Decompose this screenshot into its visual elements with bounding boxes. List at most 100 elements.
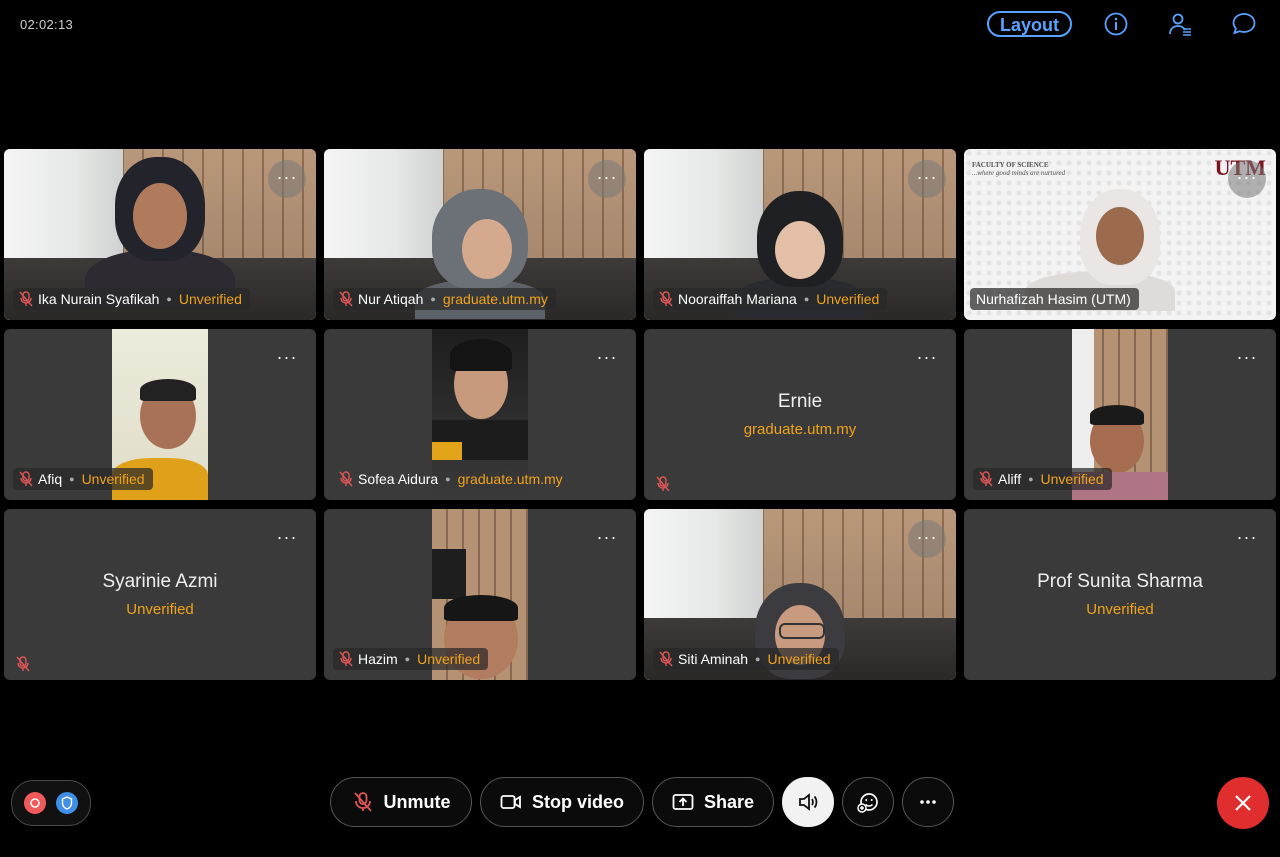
more-options-button[interactable]: ··· [268,340,306,378]
video-camera-icon [500,795,521,809]
participant-status: Unverified [1086,601,1154,618]
participant-name: Ernie [777,391,823,412]
separator-dot: ● [430,294,436,304]
reactions-button[interactable] [842,777,894,827]
stop-video-button[interactable]: Stop video [480,777,644,827]
separator-dot: ● [755,654,761,664]
mic-off-icon [979,471,993,487]
participant-status: Unverified [178,291,242,307]
more-options-button[interactable]: ··· [268,160,306,198]
more-options-button[interactable]: ··· [1228,340,1266,378]
share-button[interactable]: Share [652,777,774,827]
separator-dot: ● [69,474,75,484]
mic-off-icon [353,792,372,812]
participant-status: graduate.utm.my [457,471,563,487]
audio-button[interactable] [782,777,834,827]
participant-name: Aliff [998,471,1022,487]
layout-button[interactable]: Layout [986,11,1072,37]
mic-off-icon [16,656,30,672]
participant-status: Unverified [126,601,194,618]
participant-name: Sofea Aidura [358,471,439,487]
separator-dot: ● [1028,474,1034,484]
mic-off-icon [339,471,353,487]
mic-off-icon [659,651,673,667]
name-bar: Hazim ● Unverified [333,648,489,670]
mic-off-icon [339,651,353,667]
more-options-button[interactable]: ··· [908,340,946,378]
separator-dot: ● [803,294,810,304]
more-options-button[interactable]: ··· [908,520,946,558]
participant-tile[interactable]: ··· Nur Atiqah ● graduate.utm.my [324,149,636,320]
name-bar: Nurhafizah Hasim (UTM) [970,288,1139,310]
participant-name: Prof Sunita Sharma [1037,571,1203,592]
call-controls: Unmute Stop video Share [330,777,954,827]
separator-dot: ● [445,474,451,484]
mic-off-icon [656,476,670,492]
participant-tile[interactable]: ··· Ika Nurain Syafikah ● Unverified [4,149,316,320]
more-options-button[interactable]: ··· [268,520,306,558]
participant-status: Unverified [767,651,831,667]
more-options-button[interactable]: ··· [1228,520,1266,558]
meeting-timer: 02:02:13 [20,17,74,32]
participant-tile[interactable]: ··· Ernie graduate.utm.my [644,329,956,500]
unmute-button[interactable]: Unmute [330,777,472,827]
mic-off-icon [659,291,673,307]
participant-status: Unverified [417,651,481,667]
participant-tile[interactable]: ··· Afiq ● Unverified [4,329,316,500]
mic-off-icon [19,471,33,487]
more-horizontal-icon [920,800,936,804]
emoji-add-icon [857,793,878,813]
mic-off-icon [19,291,33,307]
participant-name: Syarinie Azmi [102,571,218,592]
name-bar: Sofea Aidura ● graduate.utm.my [333,468,571,490]
chat-icon[interactable] [1230,10,1258,38]
more-options-button[interactable]: ··· [588,340,626,378]
leave-meeting-button[interactable] [1217,777,1269,829]
more-button[interactable] [902,777,954,827]
participant-status: graduate.utm.my [442,291,548,307]
participant-video-person [85,157,235,309]
participant-tile[interactable]: ··· Hazim ● Unverified [324,509,636,680]
speaker-icon [799,793,818,811]
name-bar: Siti Aminah ● Unverified [653,648,839,670]
more-options-button[interactable]: ··· [588,520,626,558]
participant-tile[interactable]: FACULTY OF SCIENCE ...where good minds a… [964,149,1276,320]
participant-name: Siti Aminah [678,651,749,667]
participant-name: Nooraiffah Mariana [678,291,797,307]
info-icon[interactable] [1102,10,1130,38]
participant-status: Unverified [816,291,880,307]
participant-name: Nur Atiqah [358,291,424,307]
slide-heading: FACULTY OF SCIENCE ...where good minds a… [972,161,1066,177]
participant-status: Unverified [1040,471,1104,487]
participant-status: graduate.utm.my [743,421,857,438]
mic-off-icon [339,291,353,307]
participant-tile[interactable]: ··· Prof Sunita Sharma Unverified [964,509,1276,680]
participant-tile[interactable]: ··· Siti Aminah ● Unverified [644,509,956,680]
more-options-button[interactable]: ··· [1228,160,1266,198]
participant-tile[interactable]: ··· Aliff ● Unverified [964,329,1276,500]
participant-status: Unverified [81,471,145,487]
name-bar: Ika Nurain Syafikah ● Unverified [13,288,250,310]
name-bar: Nooraiffah Mariana ● Unverified [653,288,888,310]
shield-icon [56,792,78,814]
more-options-button[interactable]: ··· [908,160,946,198]
top-actions: Layout [986,10,1258,38]
unmute-label: Unmute [383,791,451,812]
close-icon [1235,795,1251,811]
participant-tile[interactable]: ··· Syarinie Azmi Unverified [4,509,316,680]
participant-name: Afiq [38,471,63,487]
separator-dot: ● [166,294,172,304]
participants-icon[interactable] [1166,10,1194,38]
name-bar: Nur Atiqah ● graduate.utm.my [333,288,556,310]
share-label: Share [703,791,755,812]
recording-status[interactable] [11,780,91,826]
share-icon [672,794,694,810]
more-options-button[interactable]: ··· [588,160,626,198]
participant-tile[interactable]: ··· Sofea Aidura ● graduate.utm.my [324,329,636,500]
participant-name: Nurhafizah Hasim (UTM) [976,291,1131,307]
name-bar: Afiq ● Unverified [13,468,153,490]
participant-name: Ika Nurain Syafikah [38,291,160,307]
record-icon [24,792,46,814]
separator-dot: ● [404,654,411,664]
participant-tile[interactable]: ··· Nooraiffah Mariana ● Unverified [644,149,956,320]
